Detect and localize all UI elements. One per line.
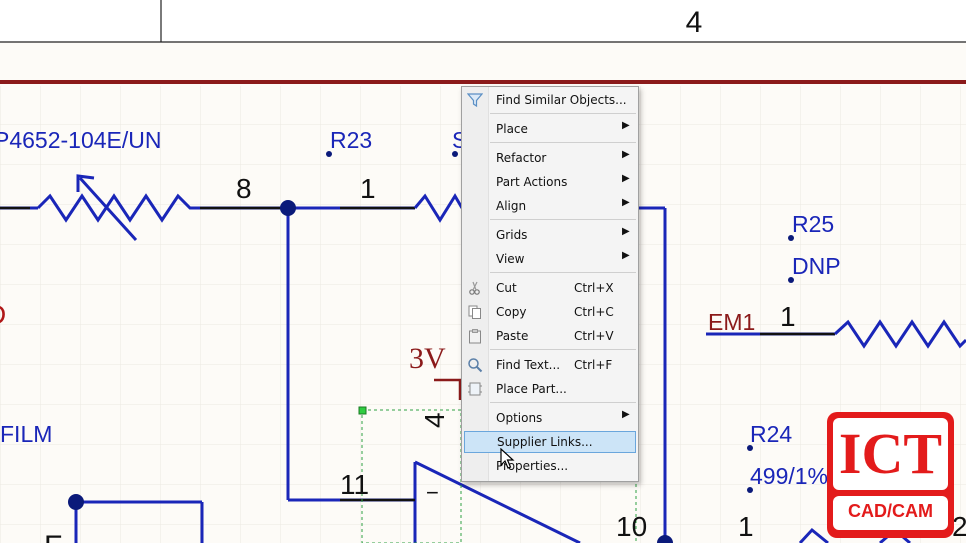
menu-item-shortcut: Ctrl+F [574,358,613,372]
pin-number-1-right: 1 [780,301,796,332]
menu-item-place-part[interactable]: Place Part... [462,378,636,400]
pin-number-2: 2 [952,511,966,542]
logo-title: ICT [838,421,943,486]
red-partial-label: D [0,299,6,330]
menu-item-label: Supplier Links... [497,435,593,449]
submenu-arrow-icon: ▶ [622,250,630,261]
junction-dot [280,200,296,216]
menu-item-refactor[interactable]: Refactor ▶ [462,147,636,169]
junction-dot [68,494,84,510]
designator-r24: R24 [750,421,792,447]
filter-icon [466,92,484,108]
submenu-arrow-icon: ▶ [622,409,630,420]
menu-item-shortcut: Ctrl+C [574,305,614,319]
menu-separator [490,142,636,143]
designator-r25: R25 [792,211,834,237]
menu-separator [490,113,636,114]
menu-separator [490,272,636,273]
menu-item-label: Part Actions [496,175,568,189]
menu-item-shortcut: Ctrl+V [574,329,614,343]
ict-logo: ICT CAD/CAM [827,412,954,538]
pin-number-1: 1 [360,173,376,204]
logo-top-panel: ICT [833,418,948,490]
submenu-arrow-icon: ▶ [622,197,630,208]
pin-number-11: 11 [340,469,369,500]
place-part-icon [467,381,483,397]
paste-icon [467,328,483,344]
menu-item-label: View [496,252,525,266]
menu-item-shortcut: Ctrl+X [574,281,614,295]
menu-item-paste[interactable]: Paste Ctrl+V [462,325,636,347]
part-name-label: P4652-104E/UN [0,127,162,153]
menu-item-label: Place [496,122,528,136]
menu-item-cut[interactable]: Cut Ctrl+X [462,277,636,299]
menu-item-label: Find Text... [496,358,561,372]
menu-item-label: Paste [496,329,529,343]
menu-item-label: Options [496,411,543,425]
menu-item-copy[interactable]: Copy Ctrl+C [462,301,636,323]
power-net-label: 3V [409,342,446,375]
title-block: 4 [0,0,966,43]
menu-item-place[interactable]: Place ▶ [462,118,636,140]
film-label: FILM [0,421,52,447]
logo-bottom-panel: CAD/CAM [833,496,948,530]
pin-number-4: 4 [419,412,450,428]
copy-icon [467,304,483,320]
mouse-cursor-icon [500,448,515,469]
net-label-em1: EM1 [708,309,755,335]
menu-item-find-similar-objects[interactable]: Find Similar Objects... [462,89,636,111]
menu-separator [490,349,636,350]
menu-item-align[interactable]: Align ▶ [462,195,636,217]
menu-item-supplier-links[interactable]: Supplier Links... [464,431,636,453]
pin-number-8: 8 [236,173,252,204]
submenu-arrow-icon: ▶ [622,149,630,160]
submenu-arrow-icon: ▶ [622,120,630,131]
menu-separator [490,402,636,403]
menu-item-label: Copy [496,305,527,319]
submenu-arrow-icon: ▶ [622,173,630,184]
value-dnp: DNP [792,253,841,279]
zone-number: 4 [686,6,703,39]
designator-r23: R23 [330,127,372,153]
context-menu: Find Similar Objects... Place ▶ Refactor… [461,86,639,482]
menu-item-label: Find Similar Objects... [496,93,627,107]
menu-item-view[interactable]: View ▶ [462,248,636,270]
menu-item-label: Grids [496,228,528,242]
sheet-border [0,80,966,84]
menu-separator [490,219,636,220]
opamp-minus: − [426,480,439,505]
menu-item-label: Refactor [496,151,547,165]
scissors-icon [467,280,483,296]
menu-item-grids[interactable]: Grids ▶ [462,224,636,246]
bottom-partial-label: F [44,530,62,543]
menu-item-label: Align [496,199,527,213]
logo-subtitle: CAD/CAM [848,501,933,521]
pin-number-1-bottom: 1 [738,511,754,542]
submenu-arrow-icon: ▶ [622,226,630,237]
menu-item-label: Place Part... [496,382,567,396]
magnifier-icon [467,357,483,373]
menu-item-label: Cut [496,281,517,295]
menu-item-options[interactable]: Options ▶ [462,407,636,429]
pin-number-10: 10 [616,511,647,542]
menu-item-properties[interactable]: Properties... [462,455,636,477]
menu-item-part-actions[interactable]: Part Actions ▶ [462,171,636,193]
menu-item-find-text[interactable]: Find Text... Ctrl+F [462,354,636,376]
